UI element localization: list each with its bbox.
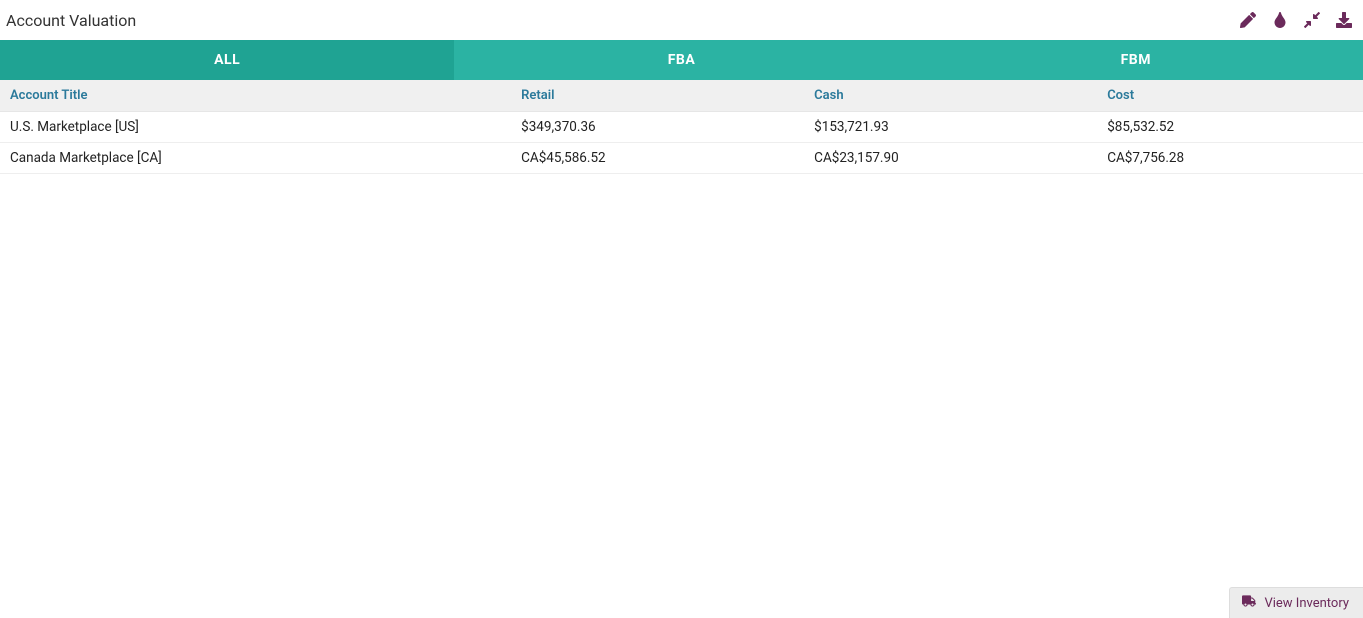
truck-icon	[1242, 594, 1256, 612]
cell-account-title: U.S. Marketplace [US]	[0, 112, 511, 143]
valuation-table: Account Title Retail Cash Cost U.S. Mark…	[0, 80, 1363, 174]
download-icon[interactable]	[1335, 11, 1353, 29]
edit-icon[interactable]	[1239, 11, 1257, 29]
col-header-retail[interactable]: Retail	[511, 80, 804, 112]
cell-cash: $153,721.93	[804, 112, 1097, 143]
cell-retail: $349,370.36	[511, 112, 804, 143]
cell-account-title: Canada Marketplace [CA]	[0, 143, 511, 174]
tab-all[interactable]: ALL	[0, 40, 454, 80]
header: Account Valuation	[0, 0, 1363, 40]
page-title: Account Valuation	[6, 11, 136, 30]
view-inventory-button[interactable]: View Inventory	[1229, 587, 1363, 618]
cell-retail: CA$45,586.52	[511, 143, 804, 174]
col-header-cost[interactable]: Cost	[1097, 80, 1363, 112]
cell-cost: CA$7,756.28	[1097, 143, 1363, 174]
tab-fba[interactable]: FBA	[454, 40, 908, 80]
col-header-cash[interactable]: Cash	[804, 80, 1097, 112]
tint-icon[interactable]	[1271, 11, 1289, 29]
table-row: Canada Marketplace [CA] CA$45,586.52 CA$…	[0, 143, 1363, 174]
table-header-row: Account Title Retail Cash Cost	[0, 80, 1363, 112]
tabs: ALL FBA FBM	[0, 40, 1363, 80]
compress-icon[interactable]	[1303, 11, 1321, 29]
col-header-account-title[interactable]: Account Title	[0, 80, 511, 112]
view-inventory-label: View Inventory	[1264, 596, 1349, 611]
cell-cash: CA$23,157.90	[804, 143, 1097, 174]
header-actions	[1239, 11, 1353, 29]
tab-fbm[interactable]: FBM	[909, 40, 1363, 80]
cell-cost: $85,532.52	[1097, 112, 1363, 143]
table-row: U.S. Marketplace [US] $349,370.36 $153,7…	[0, 112, 1363, 143]
